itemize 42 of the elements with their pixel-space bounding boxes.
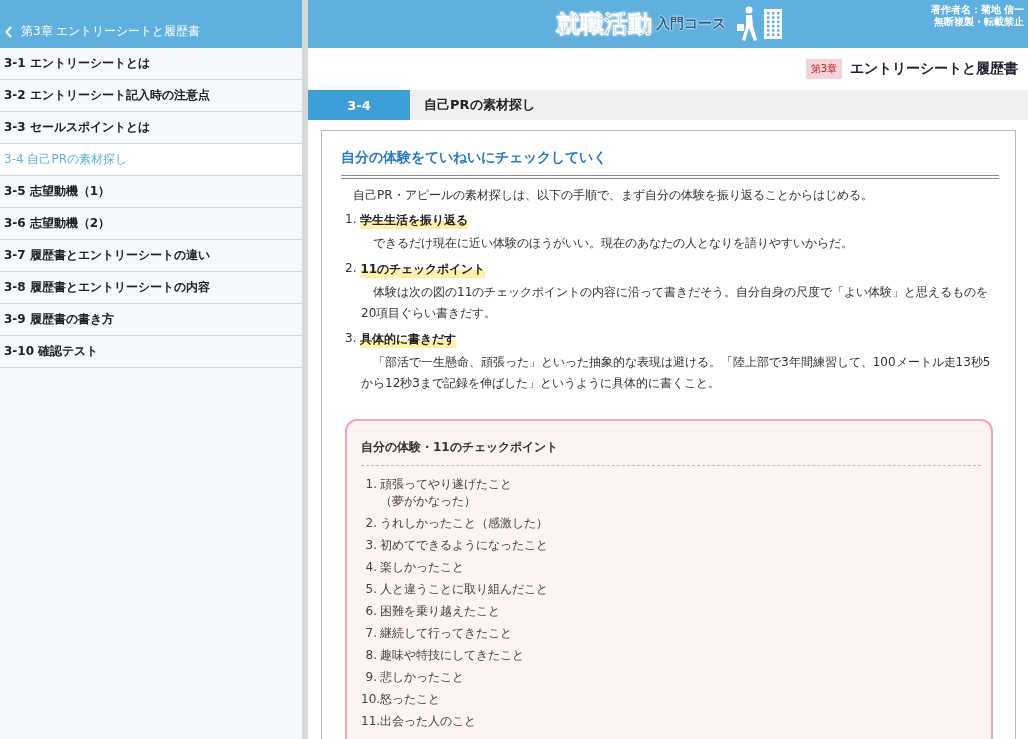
article-heading: 自分の体験をていねいにチェックしていく [341, 149, 999, 179]
step-text: 体験は次の図の11のチェックポイントの内容に沿って書きだそう。自分自身の尺度で「よい体験」と思えるものを20項目ぐらい書きだす。 [361, 283, 990, 323]
step-number: 2. [345, 260, 357, 277]
step-title: 学生生活を振り返る [360, 212, 469, 229]
item-number: 3. [364, 536, 377, 554]
section-number: 3-4 [308, 90, 410, 120]
checklist-item: 初めてできるようになったこと [380, 536, 548, 554]
step-text: できるだけ現在に近い体験のほうがいい。現在のあなたの人となりを語りやすいからだ。 [372, 235, 854, 252]
checklist-item: 悲しかったこと [380, 668, 464, 686]
copyright-notice: 無断複製・転載禁止 [934, 16, 1024, 28]
chapter-title: エントリーシートと履歴書 [850, 60, 1018, 78]
checklist-item: 出会った人のこと [380, 712, 476, 730]
step-text: 「部活で一生懸命、頑張った」といった抽象的な表現は避ける。「陸上部で3年間練習して、100メートル走13秒5から12秒3まで記録を伸ばした」というように具体的に書くこと。 [361, 353, 992, 393]
building-icon [764, 9, 782, 39]
intro-text: 自己PR・アピールの素材探しは、以下の手順で、まず自分の体験を振り返ることからはじめる。 [353, 187, 874, 204]
logo-subtitle: 入門コース [656, 15, 726, 33]
checklist-item: 趣味や特技にしてきたこと [380, 646, 524, 664]
checklist-item: 継続して行ってきたこと [380, 624, 512, 642]
walking-person-icon [734, 6, 760, 42]
item-number: 5. [364, 580, 377, 598]
item-number: 9. [364, 668, 377, 686]
item-number: 4. [364, 558, 377, 576]
checklist-item: うれしかったこと（感激した） [380, 514, 548, 532]
checklist-item: 楽しかったこと [380, 558, 464, 576]
checklist-item: 怒ったこと [380, 690, 440, 708]
step-title: 11のチェックポイント [360, 260, 486, 278]
item-number: 6. [364, 602, 377, 620]
step-title: 具体的に書きだす [360, 330, 457, 348]
checklist-title: 自分の体験・11のチェックポイント [361, 438, 559, 456]
item-number: 2. [364, 514, 377, 532]
step-number: 1. [345, 212, 357, 228]
item-number: 7. [364, 624, 377, 642]
item-number: 1. [364, 475, 377, 493]
logo-title: 就職活動 [556, 9, 652, 40]
checklist-item: 人と違うことに取り組んだこと [380, 580, 548, 598]
checklist-item: 困難を乗り越えたこと [380, 602, 500, 620]
author-credit: 著作者名：菊地 信一 [930, 4, 1024, 16]
step-number: 3. [345, 330, 357, 347]
chapter-badge: 第3章 [805, 59, 842, 79]
section-title: 自己PRの素材探し [423, 96, 535, 114]
item-number: 8. [364, 646, 377, 664]
checklist-item: 頑張ってやり遂げたこと （夢がかなった） [380, 475, 512, 510]
